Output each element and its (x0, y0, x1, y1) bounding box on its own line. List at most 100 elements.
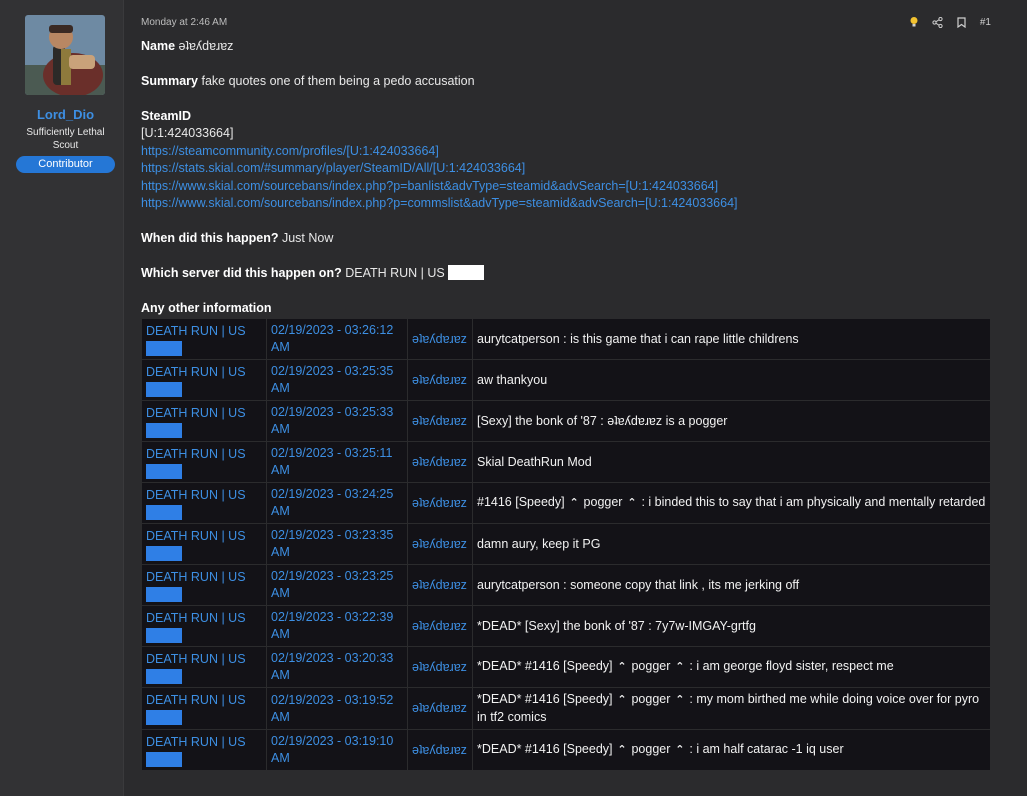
time-cell[interactable]: 02/19/2023 - 03:25:33 AM (266, 400, 408, 442)
summary-value: fake quotes one of them being a pedo acc… (201, 74, 475, 88)
server-link[interactable]: DEATH RUN | US (146, 488, 246, 502)
server-link[interactable]: DEATH RUN | US (146, 324, 246, 338)
time-cell[interactable]: 02/19/2023 - 03:25:35 AM (266, 359, 408, 401)
player-link[interactable]: ǝʇɐʎdɐɹɐz (412, 701, 467, 715)
server-cell[interactable]: DEATH RUN | US (141, 646, 267, 688)
time-cell[interactable]: 02/19/2023 - 03:24:25 AM (266, 482, 408, 524)
time-ampm[interactable]: AM (271, 340, 290, 354)
time-ampm[interactable]: AM (271, 586, 290, 600)
server-cell[interactable]: DEATH RUN | US (141, 605, 267, 647)
player-cell[interactable]: ǝʇɐʎdɐɹɐz (407, 605, 473, 647)
time-ampm[interactable]: AM (271, 422, 290, 436)
player-cell[interactable]: ǝʇɐʎdɐɹɐz (407, 441, 473, 483)
time-link[interactable]: 02/19/2023 - 03:26:12 (271, 323, 393, 337)
lightbulb-icon[interactable] (908, 16, 920, 28)
caret-up-icon: ⌃ (617, 661, 627, 673)
player-link[interactable]: ǝʇɐʎdɐɹɐz (412, 578, 467, 592)
time-link[interactable]: 02/19/2023 - 03:20:33 (271, 651, 393, 665)
player-link[interactable]: ǝʇɐʎdɐɹɐz (412, 332, 467, 346)
caret-up-icon: ⌃ (617, 694, 627, 706)
time-ampm[interactable]: AM (271, 504, 290, 518)
time-cell[interactable]: 02/19/2023 - 03:19:52 AM (266, 687, 408, 730)
player-link[interactable]: ǝʇɐʎdɐɹɐz (412, 537, 467, 551)
time-ampm[interactable]: AM (271, 545, 290, 559)
player-link[interactable]: ǝʇɐʎdɐɹɐz (412, 414, 467, 428)
server-link[interactable]: DEATH RUN | US (146, 652, 246, 666)
time-link[interactable]: 02/19/2023 - 03:25:35 (271, 364, 393, 378)
username[interactable]: Lord_Dio (0, 107, 131, 122)
time-link[interactable]: 02/19/2023 - 03:24:25 (271, 487, 393, 501)
player-cell[interactable]: ǝʇɐʎdɐɹɐz (407, 400, 473, 442)
player-link[interactable]: ǝʇɐʎdɐɹɐz (412, 660, 467, 674)
time-link[interactable]: 02/19/2023 - 03:19:52 (271, 693, 393, 707)
steam-profile-link[interactable]: https://steamcommunity.com/profiles/[U:1… (141, 143, 439, 160)
server-link[interactable]: DEATH RUN | US (146, 447, 246, 461)
post-actions: #1 (908, 16, 991, 28)
player-link[interactable]: ǝʇɐʎdɐɹɐz (412, 496, 467, 510)
chat-log-table: DEATH RUN | US 02/19/2023 - 03:26:12 AM ǝʇɐ… (141, 318, 991, 771)
player-cell[interactable]: ǝʇɐʎdɐɹɐz (407, 646, 473, 688)
time-cell[interactable]: 02/19/2023 - 03:19:10 AM (266, 729, 408, 771)
time-cell[interactable]: 02/19/2023 - 03:23:35 AM (266, 523, 408, 565)
chat-message: aw thankyou (477, 372, 548, 387)
message-cell: damn aury, keep it PG (472, 523, 991, 565)
time-cell[interactable]: 02/19/2023 - 03:20:33 AM (266, 646, 408, 688)
player-link[interactable]: ǝʇɐʎdɐɹɐz (412, 743, 467, 757)
player-link[interactable]: ǝʇɐʎdɐɹɐz (412, 455, 467, 469)
time-link[interactable]: 02/19/2023 - 03:25:33 (271, 405, 393, 419)
time-ampm[interactable]: AM (271, 381, 290, 395)
player-cell[interactable]: ǝʇɐʎdɐɹɐz (407, 564, 473, 606)
post-number[interactable]: #1 (980, 17, 991, 28)
server-cell[interactable]: DEATH RUN | US (141, 441, 267, 483)
time-ampm[interactable]: AM (271, 668, 290, 682)
server-cell[interactable]: DEATH RUN | US (141, 523, 267, 565)
share-icon[interactable] (932, 16, 944, 28)
player-cell[interactable]: ǝʇɐʎdɐɹɐz (407, 318, 473, 360)
server-link[interactable]: DEATH RUN | US (146, 570, 246, 584)
server-link[interactable]: DEATH RUN | US (146, 529, 246, 543)
time-link[interactable]: 02/19/2023 - 03:22:39 (271, 610, 393, 624)
server-cell[interactable]: DEATH RUN | US (141, 564, 267, 606)
player-cell[interactable]: ǝʇɐʎdɐɹɐz (407, 523, 473, 565)
server-link[interactable]: DEATH RUN | US (146, 611, 246, 625)
post-date[interactable]: Monday at 2:46 AM (141, 17, 227, 28)
time-cell[interactable]: 02/19/2023 - 03:25:11 AM (266, 441, 408, 483)
message-cell: aurytcatperson : someone copy that link … (472, 564, 991, 606)
time-ampm[interactable]: AM (271, 710, 290, 724)
time-link[interactable]: 02/19/2023 - 03:23:35 (271, 528, 393, 542)
server-cell[interactable]: DEATH RUN | US (141, 400, 267, 442)
time-cell[interactable]: 02/19/2023 - 03:26:12 AM (266, 318, 408, 360)
player-cell[interactable]: ǝʇɐʎdɐɹɐz (407, 729, 473, 771)
time-cell[interactable]: 02/19/2023 - 03:22:39 AM (266, 605, 408, 647)
time-ampm[interactable]: AM (271, 627, 290, 641)
server-link[interactable]: DEATH RUN | US (146, 735, 246, 749)
commslist-link[interactable]: https://www.skial.com/sourcebans/index.p… (141, 195, 738, 212)
time-ampm[interactable]: AM (271, 463, 290, 477)
time-ampm[interactable]: AM (271, 751, 290, 765)
table-row: DEATH RUN | US 02/19/2023 - 03:25:11 AM ǝʇɐ… (141, 441, 991, 483)
player-cell[interactable]: ǝʇɐʎdɐɹɐz (407, 482, 473, 524)
player-cell[interactable]: ǝʇɐʎdɐɹɐz (407, 687, 473, 730)
time-link[interactable]: 02/19/2023 - 03:25:11 (271, 446, 392, 460)
stats-link[interactable]: https://stats.skial.com/#summary/player/… (141, 160, 525, 177)
player-link[interactable]: ǝʇɐʎdɐɹɐz (412, 373, 467, 387)
server-cell[interactable]: DEATH RUN | US (141, 729, 267, 771)
server-cell[interactable]: DEATH RUN | US (141, 482, 267, 524)
server-link[interactable]: DEATH RUN | US (146, 693, 246, 707)
redaction-block (146, 381, 182, 397)
avatar[interactable] (25, 15, 105, 95)
server-link[interactable]: DEATH RUN | US (146, 406, 246, 420)
banlist-link[interactable]: https://www.skial.com/sourcebans/index.p… (141, 178, 718, 195)
bookmark-icon[interactable] (956, 16, 968, 28)
message-cell: *DEAD* #1416 [Speedy] ⌃ pogger ⌃ : i am … (472, 729, 991, 771)
server-link[interactable]: DEATH RUN | US (146, 365, 246, 379)
server-cell[interactable]: DEATH RUN | US (141, 318, 267, 360)
player-cell[interactable]: ǝʇɐʎdɐɹɐz (407, 359, 473, 401)
chat-message-tag: pogger (583, 495, 623, 509)
time-cell[interactable]: 02/19/2023 - 03:23:25 AM (266, 564, 408, 606)
player-link[interactable]: ǝʇɐʎdɐɹɐz (412, 619, 467, 633)
time-link[interactable]: 02/19/2023 - 03:23:25 (271, 569, 393, 583)
time-link[interactable]: 02/19/2023 - 03:19:10 (271, 734, 393, 748)
server-cell[interactable]: DEATH RUN | US (141, 687, 267, 730)
server-cell[interactable]: DEATH RUN | US (141, 359, 267, 401)
